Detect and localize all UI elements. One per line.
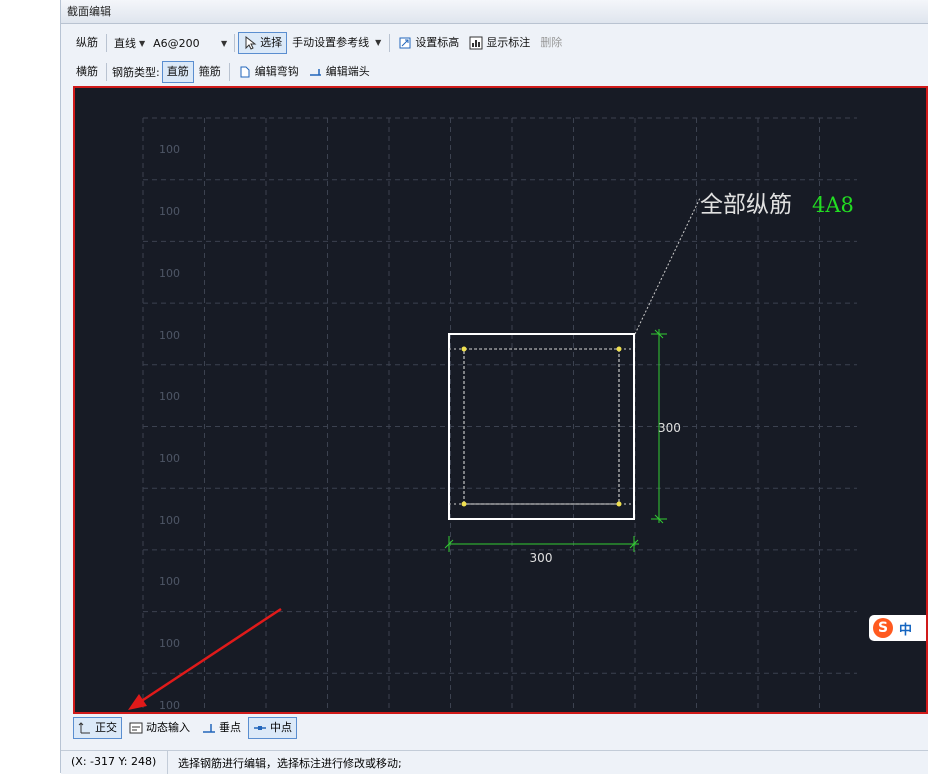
toolbar-row-2: 横筋 钢筋类型: 直筋 箍筋 编辑弯钩 编辑端头 [71,60,375,84]
orthogonal-icon [78,722,90,734]
dynamic-input-label: 动态输入 [146,721,190,734]
separator [389,34,391,52]
grid-label: 100 [159,267,180,280]
cursor-arrow-icon [245,36,257,50]
grid-labels: 100 100 100 100 100 100 100 100 100 100 [159,143,180,712]
status-bar: (X: -317 Y: 248) 选择钢筋进行编辑，选择标注进行修改或移动; [61,750,928,774]
show-annotation-label: 显示标注 [486,36,531,49]
midpoint-icon [254,726,266,730]
rebar-type-label: 钢筋类型: [112,66,160,79]
rebar-point[interactable] [616,346,622,352]
annotation-icon [469,36,483,50]
select-button[interactable]: 选择 [238,32,288,54]
stirrup-button[interactable]: 箍筋 [194,61,226,83]
chevron-down-icon: ▼ [139,38,146,48]
toolbar-row-1: 纵筋 直线 ▼ A6@200 ▼ 选择 手动设置参考线 ▼ 设置标高 显示标注 … [71,31,567,55]
orthogonal-label: 正交 [95,721,117,734]
spec-dropdown[interactable]: A6@200 ▼ [149,33,231,53]
straight-bar-label: 直筋 [166,65,189,78]
grid-label: 100 [159,575,180,588]
grid-label: 100 [159,637,180,650]
orthogonal-button[interactable]: 正交 [73,717,122,739]
grid-label: 100 [159,390,180,403]
separator [228,63,230,81]
dynamic-input-button[interactable]: 动态输入 [124,717,195,739]
grid-label: 100 [159,143,180,156]
canvas-drawing: 100 100 100 100 100 100 100 100 100 100 [142,117,857,712]
line-mode-value: 直线 [114,37,136,50]
annotation-value[interactable]: 4A8 [812,193,854,217]
grid-label: 100 [159,699,180,712]
midpoint-button[interactable]: 中点 [248,717,297,739]
snap-toolbar: 正交 动态输入 垂点 中点 [73,716,297,740]
edit-hook-label: 编辑弯钩 [254,65,299,78]
grid-label: 100 [159,205,180,218]
hook-icon [240,66,250,78]
set-reference-line-dropdown[interactable]: 手动设置参考线 ▼ [287,32,386,54]
grid-label: 100 [159,514,180,527]
select-label: 选择 [260,36,283,49]
perpendicular-label: 垂点 [219,721,241,734]
longitudinal-rebar-label: 纵筋 [76,36,98,49]
edit-end-label: 编辑端头 [325,65,370,78]
sogou-logo-icon: S [873,618,893,638]
width-dimension-label[interactable]: 300 [530,551,553,565]
dynamic-input-icon [129,722,143,734]
drawing-canvas[interactable]: 100 100 100 100 100 100 100 100 100 100 [73,86,928,714]
show-annotation-button[interactable]: 显示标注 [464,32,535,54]
height-dimension-label[interactable]: 300 [658,421,681,435]
left-panel [0,0,61,773]
perpendicular-icon [203,724,215,733]
chevron-down-icon: ▼ [375,38,382,47]
ime-language: 中 [899,622,913,638]
separator [234,34,236,52]
stirrup-label: 箍筋 [198,65,221,78]
transverse-rebar-label: 横筋 [76,65,98,78]
spec-value: A6@200 [153,36,200,50]
elevation-icon [399,37,411,49]
section-editor-window: 截面编辑 纵筋 直线 ▼ A6@200 ▼ 选择 手动设置参考线 ▼ 设置标高 … [61,0,928,774]
set-reference-line-label: 手动设置参考线 [292,36,370,49]
annotation-text[interactable]: 全部纵筋 [700,192,792,218]
status-message: 选择钢筋进行编辑，选择标注进行修改或移动; [178,756,402,770]
delete-button[interactable]: 删除 [535,32,567,54]
edit-hook-button[interactable]: 编辑弯钩 [233,61,304,83]
coordinate-readout: (X: -317 Y: 248) [61,751,168,774]
set-elevation-label: 设置标高 [415,36,460,49]
delete-label: 删除 [540,36,563,49]
window-title: 截面编辑 [61,0,928,24]
line-mode-dropdown[interactable]: 直线 ▼ [110,33,149,53]
edit-end-button[interactable]: 编辑端头 [304,61,375,83]
grid-label: 100 [159,329,180,342]
chevron-down-icon: ▼ [221,38,228,48]
transverse-rebar-button[interactable]: 横筋 [71,61,103,83]
separator [106,63,107,81]
midpoint-label: 中点 [270,721,292,734]
rebar-point[interactable] [461,501,467,507]
ime-indicator[interactable]: S 中 [869,615,926,641]
grid-label: 100 [159,452,180,465]
straight-bar-button[interactable]: 直筋 [161,61,194,83]
longitudinal-rebar-button[interactable]: 纵筋 [71,32,103,54]
set-elevation-button[interactable]: 设置标高 [393,32,464,54]
rebar-point[interactable] [461,346,467,352]
end-icon [309,69,321,76]
separator [106,34,107,52]
leader-line [634,197,701,335]
perpendicular-button[interactable]: 垂点 [197,717,246,739]
rebar-point[interactable] [616,501,622,507]
